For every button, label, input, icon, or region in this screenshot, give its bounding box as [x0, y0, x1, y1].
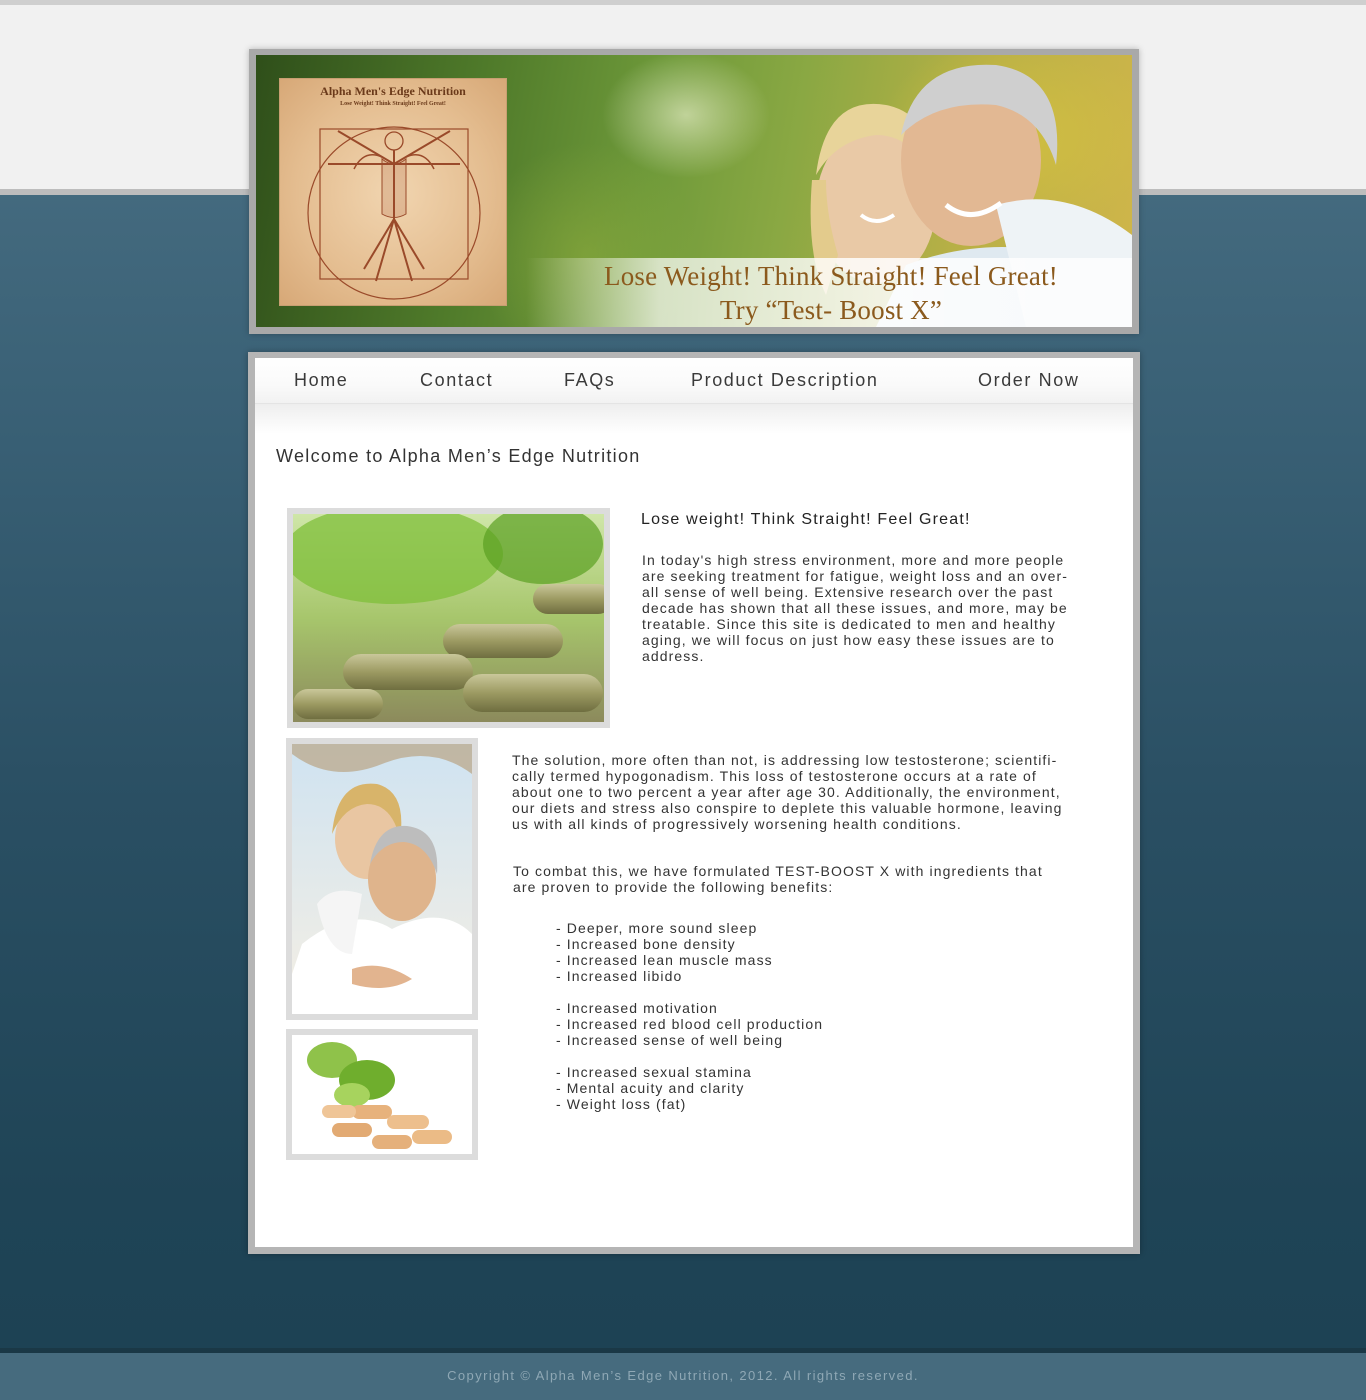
- header-tagline-product: Try “Test- Boost X”: [719, 295, 943, 325]
- logo-subtitle: Lose Weight! Think Straight! Feel Great!: [340, 101, 446, 107]
- header-banner: Alpha Men's Edge Nutrition Lose Weight! …: [256, 55, 1132, 327]
- list-gap: [556, 1048, 823, 1064]
- content-panel: Home Contact FAQs Product Description Or…: [255, 358, 1133, 1247]
- herbal-capsules-image: [292, 1035, 472, 1154]
- couple-portrait-image: [292, 744, 472, 1014]
- capsules-photo: [287, 508, 610, 728]
- section-subheading: Lose weight! Think Straight! Feel Great!: [641, 511, 971, 528]
- copyright-text: Copyright © Alpha Men’s Edge Nutrition, …: [447, 1368, 919, 1383]
- vitruvian-man-icon: [307, 126, 481, 300]
- nav-contact[interactable]: Contact: [420, 370, 493, 391]
- list-item: - Increased lean muscle mass: [556, 952, 773, 968]
- intro-line: aging, we will focus on just how easy th…: [642, 632, 1055, 648]
- intro-line: address.: [642, 648, 705, 664]
- solution-line: about one to two percent a year after ag…: [512, 784, 1061, 800]
- intro-line: decade has shown that all these issues, …: [642, 600, 1068, 616]
- combat-line: are proven to provide the following bene…: [513, 879, 834, 895]
- nav-order-now[interactable]: Order Now: [978, 370, 1079, 391]
- solution-line: The solution, more often than not, is ad…: [512, 752, 1058, 768]
- list-item: - Increased bone density: [556, 936, 736, 952]
- solution-line: cally termed hypogonadism. This loss of …: [512, 768, 1037, 784]
- list-item: - Increased sexual stamina: [556, 1064, 752, 1080]
- list-gap: [556, 984, 823, 1000]
- intro-paragraph: In today's high stress environment, more…: [642, 552, 1068, 664]
- solution-line: our diets and stress also conspire to de…: [512, 800, 1063, 816]
- main-nav: Home Contact FAQs Product Description Or…: [255, 358, 1133, 404]
- header-frame: Alpha Men's Edge Nutrition Lose Weight! …: [249, 49, 1139, 334]
- list-item: - Mental acuity and clarity: [556, 1080, 745, 1096]
- nav-product-description[interactable]: Product Description: [691, 370, 878, 391]
- list-item: - Increased libido: [556, 968, 683, 984]
- herbal-capsules-photo: [286, 1029, 478, 1160]
- list-item: - Weight loss (fat): [556, 1096, 687, 1112]
- intro-line: treatable. Since this site is dedicated …: [642, 616, 1057, 632]
- intro-line: are seeking treatment for fatigue, weigh…: [642, 568, 1068, 584]
- site-logo[interactable]: Alpha Men's Edge Nutrition Lose Weight! …: [279, 78, 507, 306]
- content-frame: Home Contact FAQs Product Description Or…: [248, 352, 1140, 1254]
- list-item: - Increased motivation: [556, 1000, 718, 1016]
- nav-home[interactable]: Home: [294, 370, 348, 391]
- couple-portrait: [286, 738, 478, 1020]
- green-capsules-image: [293, 514, 604, 722]
- logo-title: Alpha Men's Edge Nutrition: [320, 84, 466, 98]
- page-title: Welcome to Alpha Men’s Edge Nutrition: [276, 446, 641, 466]
- nav-faqs[interactable]: FAQs: [564, 370, 615, 391]
- solution-line: us with all kinds of progressively worse…: [512, 816, 962, 832]
- nav-shadow: [255, 404, 1133, 434]
- intro-line: In today's high stress environment, more…: [642, 552, 1065, 568]
- list-item: - Deeper, more sound sleep: [556, 920, 758, 936]
- combat-line: To combat this, we have formulated TEST-…: [513, 863, 1043, 879]
- benefits-list: - Deeper, more sound sleep - Increased b…: [556, 920, 823, 1112]
- intro-line: all sense of well being. Extensive resea…: [642, 584, 1054, 600]
- combat-paragraph: To combat this, we have formulated TEST-…: [513, 863, 1043, 895]
- solution-paragraph: The solution, more often than not, is ad…: [512, 752, 1063, 832]
- list-item: - Increased sense of well being: [556, 1032, 784, 1048]
- header-tagline: Lose Weight! Think Straight! Feel Great!: [604, 261, 1058, 291]
- list-item: - Increased red blood cell production: [556, 1016, 824, 1032]
